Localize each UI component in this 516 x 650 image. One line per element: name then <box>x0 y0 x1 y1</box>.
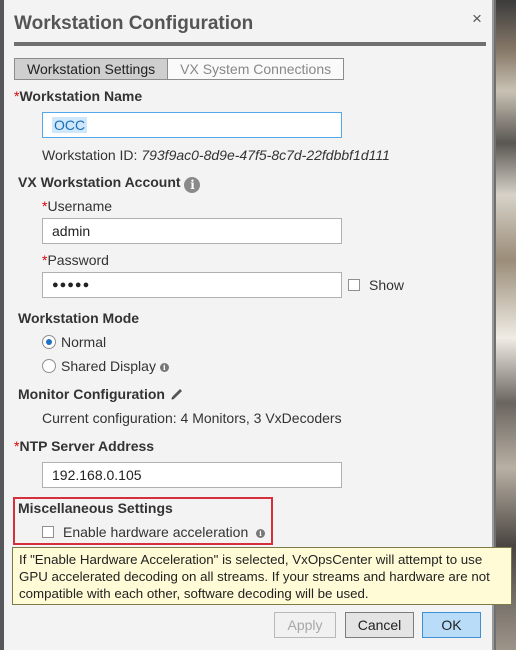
misc-settings-label: Miscellaneous Settings <box>18 500 173 516</box>
username-label: *Username <box>42 198 113 214</box>
monitor-current-config: Current configuration: 4 Monitors, 3 VxD… <box>42 410 342 426</box>
workstation-name-input[interactable]: OCC <box>42 112 342 138</box>
hw-acceleration-tooltip: If "Enable Hardware Acceleration" is sel… <box>12 547 512 605</box>
show-password-checkbox[interactable] <box>348 279 360 291</box>
tab-workstation-settings[interactable]: Workstation Settings <box>14 58 169 80</box>
workstation-mode-label: Workstation Mode <box>18 310 140 326</box>
workstation-name-label: *Workstation Name <box>14 88 143 104</box>
mode-normal-label: Normal <box>61 334 107 350</box>
show-password-label: Show <box>369 277 405 293</box>
password-input[interactable]: ●●●●● <box>42 272 342 298</box>
dialog-title: Workstation Configuration <box>14 13 254 34</box>
mode-shared-display-radio[interactable] <box>42 359 56 373</box>
mode-normal-radio[interactable] <box>42 335 56 349</box>
info-icon[interactable]: i <box>159 363 169 372</box>
pencil-icon[interactable] <box>169 386 185 402</box>
mode-shared-display-label: Shared Display i <box>61 358 169 374</box>
info-icon[interactable]: i <box>184 177 201 193</box>
monitor-config-label: Monitor Configuration <box>18 386 185 402</box>
ok-button[interactable]: OK <box>422 612 481 638</box>
hw-acceleration-label: Enable hardware acceleration i <box>63 524 266 540</box>
tab-bar: Workstation Settings VX System Connectio… <box>14 58 345 80</box>
close-icon[interactable]: × <box>469 10 485 28</box>
apply-button[interactable]: Apply <box>274 612 336 638</box>
info-icon[interactable]: i <box>256 529 266 538</box>
cancel-button[interactable]: Cancel <box>345 612 414 638</box>
title-divider <box>14 42 486 46</box>
vx-account-label: VX Workstation Account i <box>18 174 201 193</box>
password-label: *Password <box>42 252 109 268</box>
hw-acceleration-checkbox[interactable] <box>42 526 54 538</box>
username-input[interactable]: admin <box>42 218 342 244</box>
ntp-server-label: *NTP Server Address <box>14 438 155 454</box>
workstation-id: Workstation ID: 793f9ac0-8d9e-47f5-8c7d-… <box>42 147 390 163</box>
workstation-name-value: OCC <box>52 117 88 133</box>
tab-vx-system-connections[interactable]: VX System Connections <box>168 58 345 80</box>
ntp-server-input[interactable]: 192.168.0.105 <box>42 462 342 488</box>
workstation-id-value: 793f9ac0-8d9e-47f5-8c7d-22fdbbf1d111 <box>141 147 390 163</box>
